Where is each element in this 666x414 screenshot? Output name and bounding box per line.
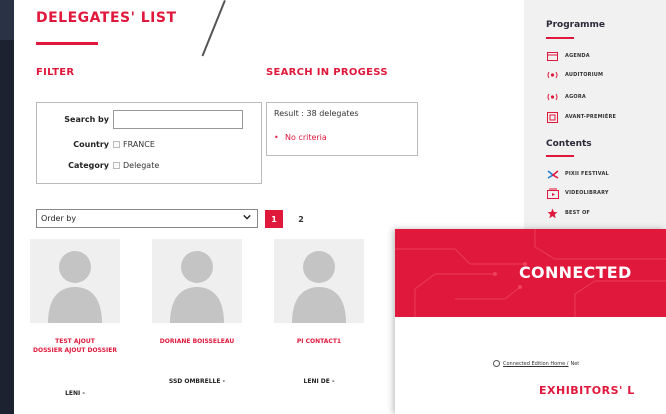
country-value: FRANCE — [123, 140, 155, 149]
search-progress-heading: SEARCH IN PROGESS — [266, 67, 388, 78]
delegate-avatar[interactable] — [30, 239, 120, 323]
filter-panel: Search by Country FRANCE Category Delega… — [36, 102, 262, 184]
left-edge-strip — [0, 0, 14, 414]
sidebar-item-label: PIXII FESTIVAL — [565, 171, 609, 177]
delegate-organization: SSD OMBRELLE - — [168, 378, 226, 385]
calendar-icon — [546, 51, 559, 61]
breadcrumb: Connected Edition Home / Net — [493, 360, 579, 367]
connected-overlay-window[interactable]: CONNECTED Connected Edition Home / Net E… — [395, 229, 666, 414]
criteria-item: No criteria — [274, 133, 327, 142]
sidebar-item-pixii-festival[interactable]: PIXII FESTIVAL — [546, 169, 609, 179]
star-icon — [546, 208, 559, 218]
page-button-2[interactable]: 2 — [292, 210, 310, 228]
country-row: Country FRANCE — [37, 140, 155, 149]
delegate-name[interactable]: TEST AJOUT DOSSIER AJOUT DOSSIER — [20, 337, 130, 355]
exhibitors-title: EXHIBITORS' L — [539, 384, 635, 397]
sidebar-item-label: AVANT-PREMIÈRE — [565, 114, 617, 120]
category-checkbox[interactable] — [113, 162, 120, 169]
order-by-select[interactable]: Order by — [36, 209, 258, 228]
category-label: Category — [68, 161, 109, 170]
breadcrumb-home-link[interactable]: Connected Edition Home / — [503, 361, 568, 367]
home-icon — [493, 360, 500, 367]
sidebar-item-label: VIDEOLIBRARY — [565, 190, 609, 196]
category-value: Delegate — [123, 161, 160, 170]
sidebar-item-agenda[interactable]: AGENDA — [546, 51, 590, 61]
sidebar-item-videolibrary[interactable]: VIDEOLIBRARY — [546, 188, 609, 199]
programme-underline — [546, 37, 574, 39]
person-silhouette-icon — [48, 251, 102, 323]
result-count: Result : 38 delegates — [274, 109, 359, 118]
screen-icon — [546, 111, 559, 123]
contents-heading: Contents — [546, 139, 592, 149]
filter-heading: FILTER — [36, 67, 75, 78]
country-checkbox[interactable] — [113, 141, 120, 148]
pointer-line — [201, 0, 226, 57]
page-title: DELEGATES' LIST — [36, 10, 177, 26]
pixii-icon — [546, 169, 559, 179]
delegate-organization: LENI - — [65, 390, 85, 397]
delegate-avatar[interactable] — [274, 239, 364, 323]
order-by-label: Order by — [41, 214, 77, 223]
programme-heading: Programme — [546, 20, 606, 30]
sidebar-item-label: BEST OF — [565, 210, 591, 216]
delegate-name-line: TEST AJOUT — [55, 338, 95, 345]
category-row: Category Delegate — [37, 161, 159, 170]
title-underline — [36, 42, 98, 45]
chevron-down-icon — [243, 214, 251, 220]
breadcrumb-next[interactable]: Net — [570, 361, 579, 367]
contents-underline — [546, 155, 574, 157]
sidebar-item-label: AGORA — [565, 94, 586, 100]
delegate-name[interactable]: PI CONTACT1 — [264, 337, 374, 346]
sidebar-item-auditorium[interactable]: AUDITORIUM — [546, 70, 603, 80]
video-library-icon — [546, 188, 559, 199]
connected-banner: CONNECTED — [395, 229, 666, 317]
search-progress-panel: Result : 38 delegates No criteria — [266, 102, 418, 156]
delegate-name-line: DOSSIER AJOUT DOSSIER — [33, 347, 117, 354]
search-input[interactable] — [113, 110, 243, 129]
person-silhouette-icon — [292, 251, 346, 323]
sidebar-item-label: AUDITORIUM — [565, 72, 604, 78]
search-row: Search by — [37, 110, 243, 129]
broadcast-icon — [546, 70, 559, 80]
broadcast-icon — [546, 92, 559, 102]
sidebar-item-agora[interactable]: AGORA — [546, 92, 586, 102]
country-label: Country — [73, 140, 109, 149]
delegate-organization: LENI DE - — [303, 378, 335, 385]
delegate-avatar[interactable] — [152, 239, 242, 323]
sidebar-item-best-of[interactable]: BEST OF — [546, 208, 590, 218]
person-silhouette-icon — [170, 251, 224, 323]
sidebar-item-avant-premiere[interactable]: AVANT-PREMIÈRE — [546, 111, 617, 123]
page-button-1[interactable]: 1 — [265, 210, 283, 228]
sidebar-item-label: AGENDA — [565, 53, 590, 59]
delegate-name[interactable]: DORIANE BOISSELEAU — [142, 337, 252, 346]
banner-title: CONNECTED — [519, 263, 632, 282]
search-label: Search by — [64, 115, 109, 124]
